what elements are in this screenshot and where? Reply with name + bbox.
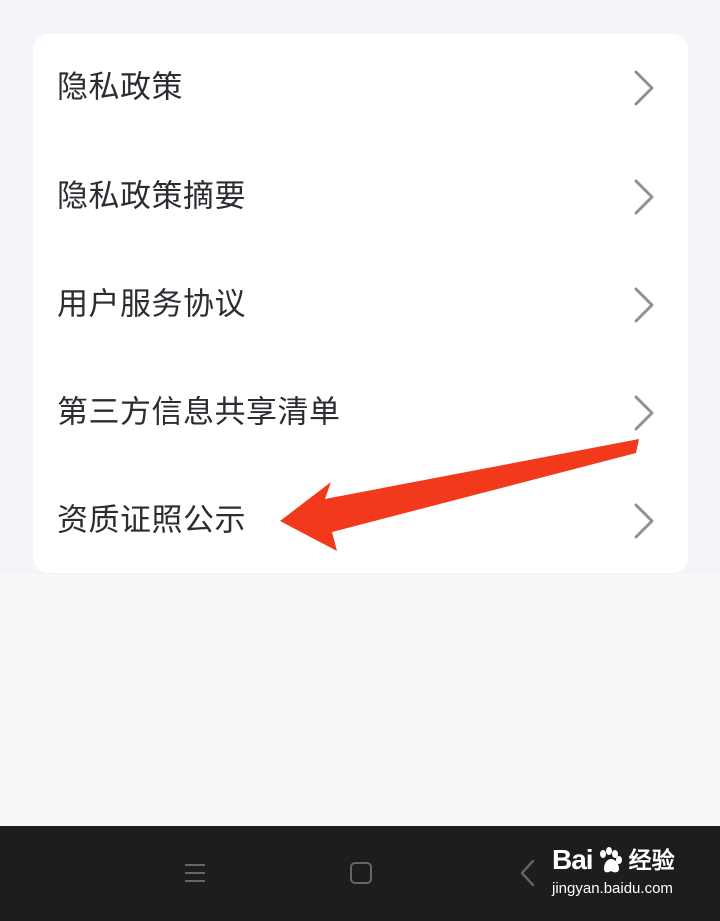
chevron-right-icon: [630, 500, 658, 542]
user-service-agreement-row[interactable]: 用户服务协议: [33, 251, 688, 359]
user-service-agreement-label: 用户服务协议: [57, 286, 246, 323]
privacy-policy-summary-label: 隐私政策摘要: [57, 178, 246, 215]
back-chevron-icon[interactable]: [506, 855, 550, 891]
chevron-right-icon: [630, 67, 658, 109]
privacy-policy-row[interactable]: 隐私政策: [33, 34, 688, 142]
system-navigation-bar: [0, 826, 720, 921]
chevron-right-icon: [630, 176, 658, 218]
third-party-sharing-list-label: 第三方信息共享清单: [57, 394, 341, 431]
settings-screen: 隐私政策 隐私政策摘要 用户服务协议 第三方信息共享清单 资质证照公示 Bai …: [0, 0, 720, 921]
third-party-sharing-list-row[interactable]: 第三方信息共享清单: [33, 359, 688, 467]
chevron-right-icon: [630, 392, 658, 434]
qualification-certificates-row[interactable]: 资质证照公示: [33, 467, 688, 575]
chevron-right-icon: [630, 284, 658, 326]
legal-menu-card: 隐私政策 隐私政策摘要 用户服务协议 第三方信息共享清单 资质证照公示: [33, 34, 688, 573]
menu-icon[interactable]: [173, 855, 217, 891]
privacy-policy-label: 隐私政策: [57, 69, 183, 106]
home-square-icon[interactable]: [339, 855, 383, 891]
privacy-policy-summary-row[interactable]: 隐私政策摘要: [33, 143, 688, 251]
qualification-certificates-label: 资质证照公示: [57, 502, 246, 539]
